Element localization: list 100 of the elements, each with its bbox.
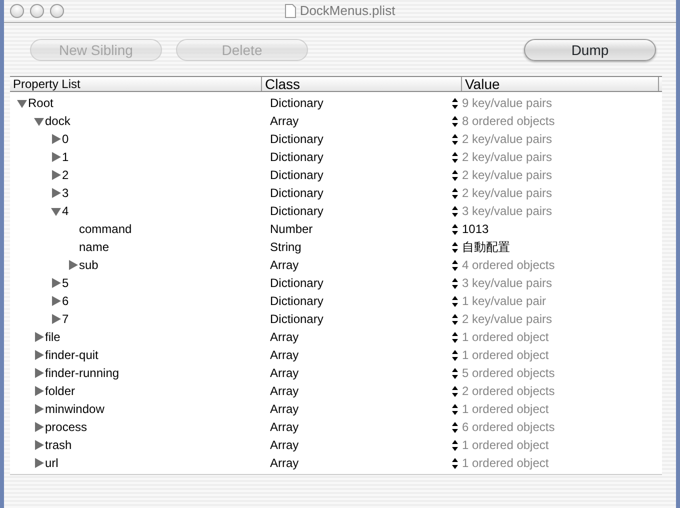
class-label: Dictionary bbox=[270, 150, 324, 164]
expand-triangle-icon[interactable] bbox=[50, 277, 62, 289]
key-label: 1 bbox=[62, 149, 69, 166]
value-label: 2 key/value pairs bbox=[462, 131, 552, 148]
stepper-icon[interactable] bbox=[452, 224, 458, 234]
class-label: Dictionary bbox=[270, 312, 324, 326]
key-label: dock bbox=[45, 113, 70, 130]
key-label: file bbox=[45, 329, 60, 346]
expand-triangle-icon[interactable] bbox=[50, 313, 62, 325]
key-label: 3 bbox=[62, 185, 69, 202]
class-label: Array bbox=[270, 114, 299, 128]
class-label: Array bbox=[270, 420, 299, 434]
stepper-icon[interactable] bbox=[452, 332, 458, 342]
value-label: 3 key/value pairs bbox=[462, 203, 552, 220]
class-label: Array bbox=[270, 384, 299, 398]
class-label: Dictionary bbox=[270, 168, 324, 182]
value-label: 6 ordered objects bbox=[462, 419, 555, 436]
value-label: 1 ordered object bbox=[462, 347, 549, 364]
stepper-icon[interactable] bbox=[452, 260, 458, 270]
class-label: Array bbox=[270, 348, 299, 362]
class-label: Dictionary bbox=[270, 186, 324, 200]
expand-triangle-icon[interactable] bbox=[33, 421, 45, 433]
expand-triangle-icon[interactable] bbox=[33, 457, 45, 469]
expand-triangle-icon[interactable] bbox=[33, 439, 45, 451]
key-label: 6 bbox=[62, 293, 69, 310]
stepper-icon[interactable] bbox=[452, 458, 458, 468]
key-label: finder-quit bbox=[45, 347, 98, 364]
zoom-button[interactable] bbox=[50, 4, 64, 18]
expand-triangle-icon[interactable] bbox=[33, 385, 45, 397]
column-header[interactable]: Value bbox=[462, 77, 659, 91]
stepper-icon[interactable] bbox=[452, 440, 458, 450]
value-label: 2 ordered objects bbox=[462, 383, 555, 400]
stepper-icon[interactable] bbox=[452, 98, 458, 108]
stepper-icon[interactable] bbox=[452, 368, 458, 378]
stepper-icon[interactable] bbox=[452, 116, 458, 126]
expand-triangle-icon[interactable] bbox=[50, 295, 62, 307]
stepper-icon[interactable] bbox=[452, 134, 458, 144]
expand-triangle-icon[interactable] bbox=[50, 151, 62, 163]
value-label: 1 ordered object bbox=[462, 329, 549, 346]
class-label: Dictionary bbox=[270, 132, 324, 146]
collapse-triangle-icon[interactable] bbox=[50, 205, 62, 217]
stepper-icon[interactable] bbox=[452, 152, 458, 162]
key-label: minwindow bbox=[45, 401, 104, 418]
minimize-button[interactable] bbox=[30, 4, 44, 18]
key-label: command bbox=[79, 221, 132, 238]
value-label: 1 ordered object bbox=[462, 455, 549, 472]
key-label: sub bbox=[79, 257, 98, 274]
stepper-icon[interactable] bbox=[452, 170, 458, 180]
value-label: 8 ordered objects bbox=[462, 113, 555, 130]
value-label: 2 key/value pairs bbox=[462, 185, 552, 202]
class-label: String bbox=[270, 240, 302, 254]
key-label: finder-running bbox=[45, 365, 120, 382]
value-label: 4 ordered objects bbox=[462, 257, 555, 274]
key-label: 0 bbox=[62, 131, 69, 148]
stepper-icon[interactable] bbox=[452, 242, 458, 252]
stepper-icon[interactable] bbox=[452, 386, 458, 396]
window-title: DockMenus.plist bbox=[300, 2, 396, 20]
class-label: Array bbox=[270, 330, 299, 344]
stepper-icon[interactable] bbox=[452, 350, 458, 360]
value-label: 9 key/value pairs bbox=[462, 95, 552, 112]
class-label: Dictionary bbox=[270, 294, 324, 308]
stepper-icon[interactable] bbox=[452, 188, 458, 198]
column-header[interactable]: Property List bbox=[10, 77, 262, 91]
expand-triangle-icon[interactable] bbox=[33, 349, 45, 361]
class-label: Array bbox=[270, 366, 299, 380]
value-label: 3 key/value pairs bbox=[462, 275, 552, 292]
expand-triangle-icon[interactable] bbox=[50, 187, 62, 199]
key-label: Root bbox=[28, 95, 54, 112]
column-header[interactable]: Class bbox=[262, 77, 462, 91]
collapse-triangle-icon[interactable] bbox=[16, 97, 28, 109]
expand-triangle-icon[interactable] bbox=[67, 259, 79, 271]
key-label: 7 bbox=[62, 311, 69, 328]
value-label: 1 ordered object bbox=[462, 401, 549, 418]
toolbar-button[interactable]: Dump bbox=[524, 38, 656, 60]
class-label: Array bbox=[270, 258, 299, 272]
key-label: name bbox=[79, 239, 110, 256]
collapse-triangle-icon[interactable] bbox=[33, 115, 45, 127]
class-label: Dictionary bbox=[270, 204, 324, 218]
stepper-icon[interactable] bbox=[452, 296, 458, 306]
close-button[interactable] bbox=[10, 4, 24, 18]
expand-triangle-icon[interactable] bbox=[50, 169, 62, 181]
stepper-icon[interactable] bbox=[452, 422, 458, 432]
value-label: 1 ordered object bbox=[462, 437, 549, 454]
document-icon bbox=[284, 4, 296, 18]
expand-triangle-icon[interactable] bbox=[33, 367, 45, 379]
expand-triangle-icon[interactable] bbox=[50, 133, 62, 145]
value-label: 1 key/value pair bbox=[462, 293, 546, 310]
class-label: Array bbox=[270, 456, 299, 470]
expand-triangle-icon[interactable] bbox=[33, 331, 45, 343]
key-label: trash bbox=[45, 437, 72, 454]
key-label: url bbox=[45, 455, 58, 472]
stepper-icon[interactable] bbox=[452, 404, 458, 414]
key-label: 2 bbox=[62, 167, 69, 184]
stepper-icon[interactable] bbox=[452, 206, 458, 216]
stepper-icon[interactable] bbox=[452, 314, 458, 324]
value-label: 自動配置 bbox=[462, 239, 510, 256]
expand-triangle-icon[interactable] bbox=[33, 403, 45, 415]
value-label: 2 key/value pairs bbox=[462, 311, 552, 328]
stepper-icon[interactable] bbox=[452, 278, 458, 288]
value-label: 2 key/value pairs bbox=[462, 149, 552, 166]
